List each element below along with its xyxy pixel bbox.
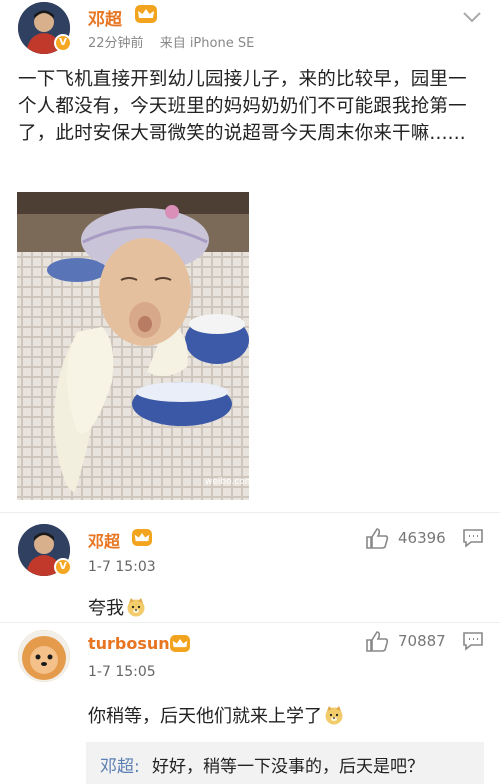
like-icon[interactable]: [365, 630, 389, 652]
member-crown-icon: [132, 529, 152, 546]
comment-reply-icon[interactable]: [462, 528, 484, 548]
post-text: 一下飞机直接开到幼儿园接儿子，来的比较早，园里一个人都没有，今天班里的妈妈奶奶们…: [18, 69, 467, 144]
comment-item: turbosun 70887 1-7 15:05 你稍等，后天他们就来上学了: [0, 626, 500, 736]
like-count: 46396: [398, 529, 446, 547]
divider: [0, 622, 500, 623]
comment-username[interactable]: 邓超: [88, 528, 120, 552]
reply-text: 好好，稍等一下没事的，后天是吧？: [152, 757, 424, 777]
post-image[interactable]: weibo.com/dengchao: [17, 192, 249, 500]
reply-preview[interactable]: 邓超: 好好，稍等一下没事的，后天是吧？: [86, 742, 484, 784]
commenter-avatar[interactable]: [18, 630, 70, 682]
comment-item: V 邓超 46396 1-7 15:03 夸我: [0, 522, 500, 622]
pomeranian-avatar-icon: [18, 630, 70, 682]
divider: [0, 512, 500, 513]
post-username[interactable]: 邓超: [88, 5, 122, 30]
verified-badge-icon: V: [54, 558, 72, 576]
reply-author[interactable]: 邓超:: [100, 752, 140, 777]
meme-photo-icon: weibo.com/dengchao: [17, 192, 249, 500]
comment-text: 夸我: [88, 594, 146, 620]
post-meta: 22分钟前 来自 iPhone SE: [88, 32, 266, 51]
comment-text-content: 你稍等，后天他们就来上学了: [88, 706, 322, 727]
comment-reply-icon[interactable]: [462, 631, 484, 651]
like-icon[interactable]: [365, 527, 389, 549]
comment-text-content: 夸我: [88, 598, 124, 619]
comment-username[interactable]: turbosun: [88, 634, 170, 653]
doge-icon: [324, 705, 344, 725]
member-crown-icon: [170, 635, 190, 652]
post-header: V 邓超 22分钟前 来自 iPhone SE: [0, 0, 500, 60]
verified-badge-icon: V: [54, 34, 72, 52]
comment-time: 1-7 15:05: [88, 664, 156, 680]
comment-text: 你稍等，后天他们就来上学了: [88, 702, 344, 728]
chevron-down-icon[interactable]: [460, 8, 484, 26]
post-time: 22分钟前: [88, 36, 144, 51]
comment-time: 1-7 15:03: [88, 559, 156, 575]
member-crown-icon: [135, 5, 157, 23]
like-count: 70887: [398, 632, 446, 650]
post-source: 来自 iPhone SE: [159, 36, 255, 51]
doge-icon: [126, 597, 146, 617]
image-watermark: weibo.com/dengchao: [205, 477, 249, 487]
